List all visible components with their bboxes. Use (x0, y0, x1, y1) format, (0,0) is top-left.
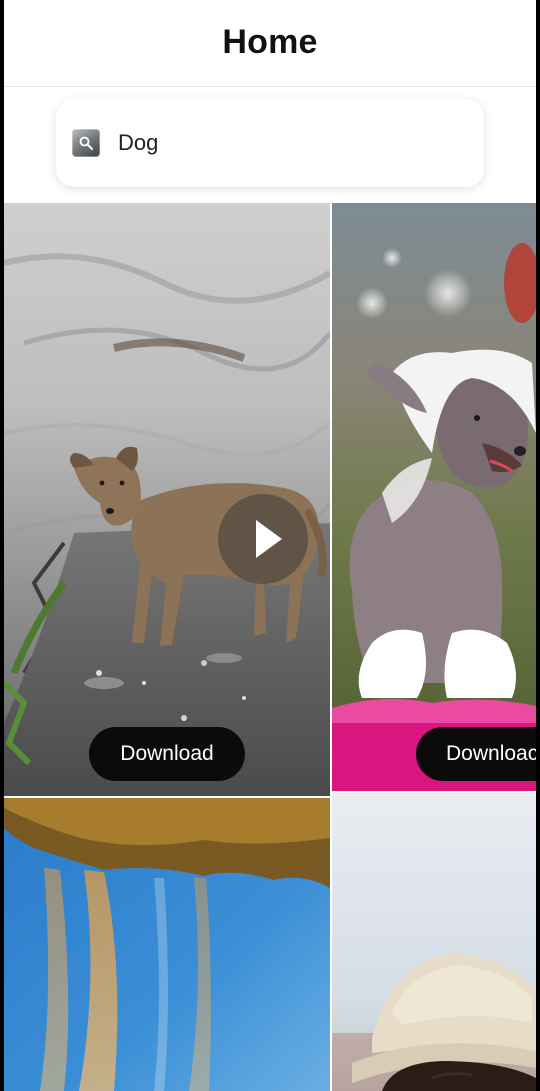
download-button[interactable]: Downloac (416, 727, 536, 781)
app-header: Home (4, 0, 536, 87)
search-input[interactable] (116, 129, 450, 157)
media-grid: Download Downloac (4, 203, 536, 1091)
play-icon (256, 520, 282, 558)
feed-item-waterfall[interactable] (4, 798, 330, 1091)
feed-item-bucket-hat[interactable] (332, 793, 536, 1091)
feed-item-crested-dog[interactable]: Downloac (332, 203, 536, 791)
waterfall-photo (4, 798, 330, 1091)
bucket-hat-photo (332, 793, 536, 1091)
play-button[interactable] (218, 494, 308, 584)
app-screen: Home Dog Download Downloac (4, 0, 536, 1091)
download-button[interactable]: Download (89, 727, 245, 781)
page-title: Home (222, 22, 318, 61)
crested-dog-photo (332, 203, 536, 791)
feed-item-dog-video[interactable]: Download (4, 203, 330, 796)
search-icon (72, 129, 100, 157)
search-bar[interactable] (56, 99, 484, 187)
